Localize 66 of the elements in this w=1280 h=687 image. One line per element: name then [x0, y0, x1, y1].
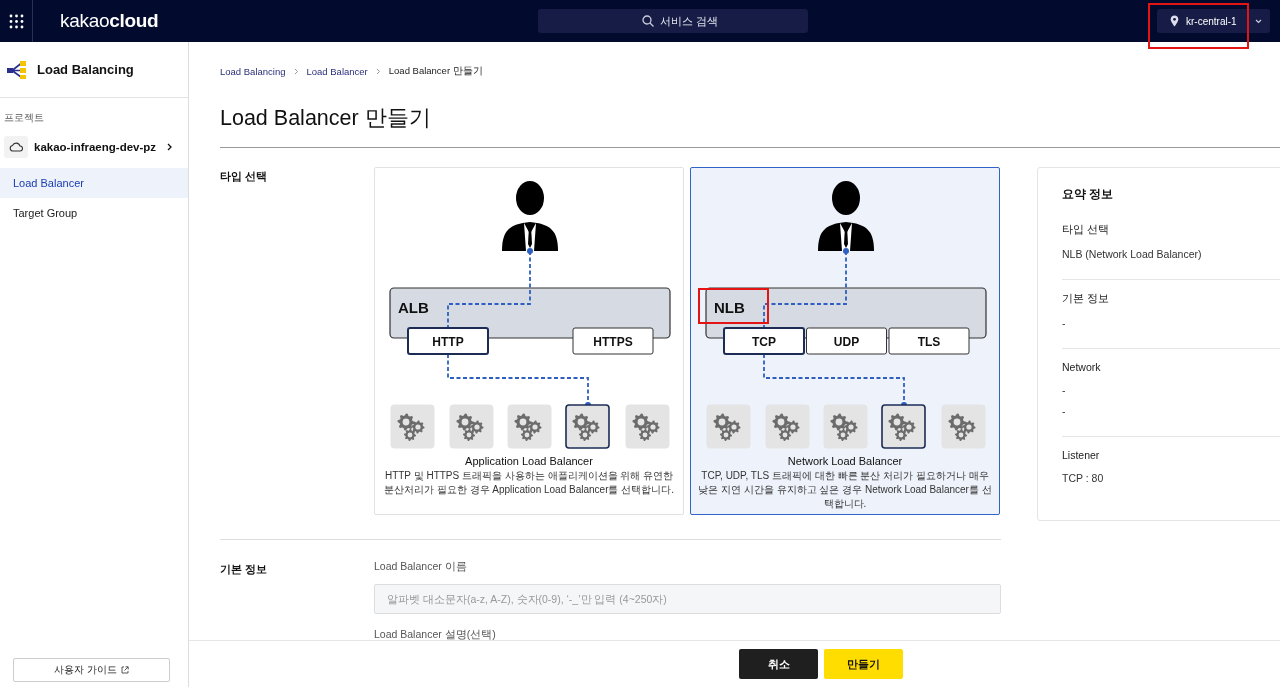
project-selector[interactable]: kakao-infraeng-dev-pz	[0, 133, 188, 161]
user-guide-button[interactable]: 사용자 가이드	[13, 658, 170, 682]
load-balancer-label: NLB	[714, 298, 745, 316]
breadcrumb-current: Load Balancer 만들기	[388, 64, 483, 78]
summary-label: Network	[1062, 361, 1102, 373]
summary-value: -	[1062, 384, 1067, 396]
cancel-button[interactable]: 취소	[739, 649, 818, 679]
create-button[interactable]: 만들기	[824, 649, 903, 679]
summary-label: Listener	[1062, 449, 1101, 461]
summary-label: 타입 선택	[1062, 223, 1110, 237]
summary-value: -	[1062, 405, 1067, 417]
load-balancing-icon	[7, 60, 27, 79]
listener-box: TCP	[723, 327, 805, 355]
breadcrumb-link[interactable]: Load Balancer	[306, 65, 368, 77]
listener-box: HTTP	[407, 327, 489, 355]
chevron-right-icon	[167, 143, 172, 151]
chevron-right-icon	[293, 67, 299, 75]
summary-value: TCP : 80	[1062, 472, 1105, 484]
region-selector[interactable]: kr-central-1	[1157, 9, 1270, 33]
summary-title: 요약 정보	[1062, 186, 1115, 203]
section-label: 기본 정보	[220, 562, 268, 577]
card-title: Application Load Balancer	[465, 455, 593, 467]
field-label: Load Balancer 설명(선택)	[374, 628, 497, 642]
load-balancer-type-card[interactable]: NLB TCP UDP TLS Network Load Balancer TCP, UDP, TLS 트래픽에 대한 빠른 분산 처리가 필요하거나 매우 낮은 지연 시간을 유지하고 싶은 경우 Network Load Balancer를 선택합니다.	[690, 167, 1000, 515]
search-field[interactable]: 서비스 검색	[537, 9, 808, 33]
load-balancer-label: ALB	[398, 298, 429, 316]
person-icon	[818, 181, 874, 251]
search-icon	[641, 15, 654, 27]
page-title: Load Balancer 만들기	[220, 105, 432, 131]
server-icon	[449, 404, 494, 449]
card-title: Network Load Balancer	[787, 455, 903, 467]
highlight-box	[698, 288, 769, 324]
external-link-icon	[120, 666, 129, 674]
chevron-right-icon	[375, 67, 381, 75]
server-icon	[507, 404, 552, 449]
person-icon	[502, 181, 558, 251]
server-icon	[565, 404, 610, 449]
listener-box: HTTPS	[572, 327, 654, 355]
app-grid-icon[interactable]	[8, 13, 24, 29]
section-label: 타입 선택	[220, 169, 268, 184]
section-label: 프로젝트	[3, 111, 45, 125]
card-description: TCP, UDP, TLS 트래픽에 대한 빠른 분산 처리가 필요하거나 매우 낮은 지연 시간을 유지하고 싶은 경우 Network Load Balancer를 선택합니다.	[697, 469, 993, 511]
server-icon	[390, 404, 435, 449]
location-pin-icon	[1170, 15, 1179, 27]
server-icon	[941, 404, 986, 449]
nav-item[interactable]: Target Group	[0, 198, 188, 228]
summary-label: 기본 정보	[1062, 292, 1110, 306]
field-label: Load Balancer 이름	[374, 560, 468, 574]
logo[interactable]: kakaocloud	[60, 10, 159, 32]
server-icon	[881, 404, 926, 449]
listener-box: TLS	[888, 327, 970, 355]
card-description: HTTP 및 HTTPS 트래픽을 사용하는 애플리케이션을 위해 유연한 분산처리가 필요한 경우 Application Load Balancer를 선택합니다.	[382, 469, 676, 497]
summary-value: -	[1062, 317, 1067, 329]
server-icon	[823, 404, 868, 449]
server-icon	[706, 404, 751, 449]
nav-item[interactable]: Load Balancer	[0, 168, 188, 198]
summary-value: NLB (Network Load Balancer)	[1062, 248, 1203, 260]
server-icon	[765, 404, 810, 449]
input-field[interactable]: 알파벳 대소문자(a-z, A-Z), 숫자(0-9), ‘-_’만 입력 (4~250자)	[374, 584, 1001, 614]
service-title: Load Balancing	[37, 62, 134, 77]
server-icon	[625, 404, 670, 449]
load-balancer-type-card[interactable]: ALB HTTP HTTPS Application Load Balancer HTTP 및 HTTPS 트래픽을 사용하는 애플리케이션을 위해 유연한 분산처리가 필요한 경우 Application Load Balancer를 선택합니다.	[374, 167, 684, 515]
chevron-down-icon	[1255, 18, 1262, 24]
listener-box: UDP	[806, 327, 887, 355]
breadcrumb-link[interactable]: Load Balancing	[220, 65, 286, 77]
cloud-icon	[9, 142, 23, 152]
